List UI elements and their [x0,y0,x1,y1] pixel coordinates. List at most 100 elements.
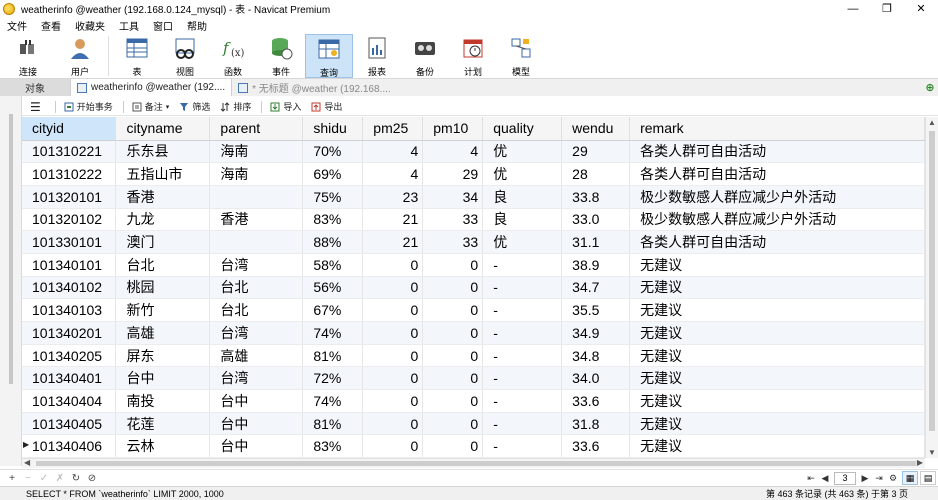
table-cell-parent[interactable]: 香港 [209,208,304,232]
ribbon-connection-button[interactable]: 连接 [0,34,56,78]
table-cell-wendu[interactable]: 33.6 [561,389,631,413]
table-cell-cityid[interactable]: 101330101 [22,230,117,254]
table-cell-wendu[interactable]: 34.7 [561,276,631,300]
last-page-button[interactable]: ⇥ [872,473,886,484]
table-cell-pm10[interactable]: 34 [422,185,484,209]
column-header-shidu[interactable]: shidu [302,117,364,141]
table-cell-cityname[interactable]: 九龙 [115,208,211,232]
table-cell-pm25[interactable]: 21 [362,230,424,254]
table-cell-remark[interactable]: 各类人群可自由活动 [629,230,925,254]
table-cell-pm10[interactable]: 33 [422,230,484,254]
table-cell-shidu[interactable]: 83% [302,434,364,458]
table-cell-quality[interactable]: - [482,253,563,277]
column-header-wendu[interactable]: wendu [561,117,631,141]
discard-changes-button[interactable]: ✗ [52,473,68,484]
table-cell-shidu[interactable]: 74% [302,321,364,345]
table-cell-pm10[interactable]: 0 [422,366,484,391]
table-cell-pm25[interactable]: 21 [362,208,424,232]
table-cell-pm25[interactable]: 0 [362,389,424,413]
table-cell-wendu[interactable]: 29 [561,140,631,164]
table-cell-remark[interactable]: 无建议 [629,366,925,391]
table-cell-pm25[interactable]: 0 [362,366,424,391]
table-cell-pm10[interactable]: 33 [422,208,484,232]
table-cell-cityname[interactable]: 乐东县 [115,140,211,164]
table-cell-quality[interactable]: - [482,276,563,300]
settings-gear-icon[interactable]: ⚙ [886,473,900,484]
tab-untitled-query[interactable]: * 无标题 @weather (192.168.... [232,79,397,96]
table-cell-quality[interactable]: - [482,412,563,436]
table-row[interactable]: 101340205 屏东 高雄 81% 0 0-34.8 无建议 [22,344,925,368]
tab-weatherinfo[interactable]: weatherinfo @weather (192.... [70,79,233,96]
table-cell-remark[interactable]: 无建议 [629,344,925,368]
table-cell-cityid[interactable]: 101340404 [22,389,117,413]
table-cell-quality[interactable]: - [482,321,563,345]
table-cell-cityname[interactable]: 高雄 [115,321,211,345]
table-cell-shidu[interactable]: 81% [302,344,364,368]
ribbon-model-button[interactable]: 模型 [497,34,545,78]
table-row[interactable]: 101340101 台北 台湾 58% 0 0-38.9 无建议 [22,253,925,277]
table-cell-parent[interactable]: 海南 [209,140,304,164]
table-cell-remark[interactable]: 无建议 [629,321,925,345]
table-cell-cityname[interactable]: 澳门 [115,230,211,254]
table-cell-remark[interactable]: 无建议 [629,412,925,436]
menu-help[interactable]: 帮助 [180,18,214,33]
add-object-icon[interactable]: ⊕ [922,79,938,96]
table-cell-cityname[interactable]: 南投 [115,389,211,413]
table-cell-cityid[interactable]: 101340103 [22,298,117,322]
table-row[interactable]: 101340103 新竹 台北 67% 0 0-35.5 无建议 [22,298,925,322]
table-cell-pm10[interactable]: 0 [422,276,484,300]
stop-button[interactable]: ⊘ [84,473,100,484]
table-cell-remark[interactable]: 极少数敏感人群应减少户外活动 [629,185,925,209]
table-cell-wendu[interactable]: 31.1 [561,230,631,254]
close-button[interactable]: ✕ [904,0,938,17]
table-cell-pm25[interactable]: 0 [362,321,424,345]
first-page-button[interactable]: ⇤ [804,473,818,484]
table-cell-wendu[interactable]: 38.9 [561,253,631,277]
table-cell-cityname[interactable]: 新竹 [115,298,211,322]
minimize-button[interactable]: — [836,0,870,17]
table-cell-parent[interactable]: 高雄 [209,344,304,368]
table-cell-wendu[interactable]: 28 [561,162,631,186]
table-cell-cityname[interactable]: 台北 [115,253,211,277]
table-cell-quality[interactable]: 良 [482,208,563,232]
page-number-field[interactable]: 3 [834,472,856,485]
table-row[interactable]: 101340401 台中 台湾 72% 0 0-34.0 无建议 [22,366,925,391]
form-view-icon[interactable]: ▤ [920,471,936,485]
filter-button[interactable]: 筛选 [179,100,210,113]
refresh-button[interactable]: ↻ [68,473,84,484]
table-cell-cityid[interactable]: 101320101 [22,185,117,209]
table-cell-cityname[interactable]: 花莲 [115,412,211,436]
table-cell-pm25[interactable]: 23 [362,185,424,209]
scroll-down-icon[interactable]: ▼ [928,448,936,457]
table-cell-pm10[interactable]: 4 [422,140,484,164]
table-cell-remark[interactable]: 无建议 [629,434,925,458]
table-cell-remark[interactable]: 无建议 [629,298,925,322]
ribbon-schedule-button[interactable]: 计划 [449,34,497,78]
ribbon-backup-button[interactable]: 备份 [401,34,449,78]
sort-button[interactable]: 排序 [220,100,251,113]
delete-record-button[interactable]: − [20,473,36,484]
table-cell-quality[interactable]: 优 [482,162,563,186]
table-cell-remark[interactable]: 无建议 [629,253,925,277]
table-cell-remark[interactable]: 无建议 [629,389,925,413]
table-cell-quality[interactable]: - [482,344,563,368]
table-cell-parent[interactable] [209,185,304,209]
column-header-cityname[interactable]: cityname [115,117,211,141]
table-row[interactable]: 101340201 高雄 台湾 74% 0 0-34.9 无建议 [22,321,925,345]
table-cell-wendu[interactable]: 33.8 [561,185,631,209]
vertical-scroll-thumb[interactable] [929,131,935,431]
table-cell-cityname[interactable]: 屏东 [115,344,211,368]
table-cell-shidu[interactable]: 69% [302,162,364,186]
column-header-parent[interactable]: parent [209,117,304,141]
table-cell-pm10[interactable]: 0 [422,412,484,436]
table-row[interactable]: 101340404 南投 台中 74% 0 0-33.6 无建议 [22,389,925,413]
table-cell-pm25[interactable]: 4 [362,162,424,186]
table-cell-cityname[interactable]: 桃园 [115,276,211,300]
table-cell-remark[interactable]: 各类人群可自由活动 [629,140,925,164]
table-cell-quality[interactable]: - [482,434,563,458]
table-cell-pm10[interactable]: 0 [422,321,484,345]
table-cell-shidu[interactable]: 75% [302,185,364,209]
table-cell-wendu[interactable]: 33.6 [561,434,631,458]
table-cell-cityid[interactable]: 101340406 [22,434,117,458]
table-cell-pm10[interactable]: 0 [422,434,484,458]
